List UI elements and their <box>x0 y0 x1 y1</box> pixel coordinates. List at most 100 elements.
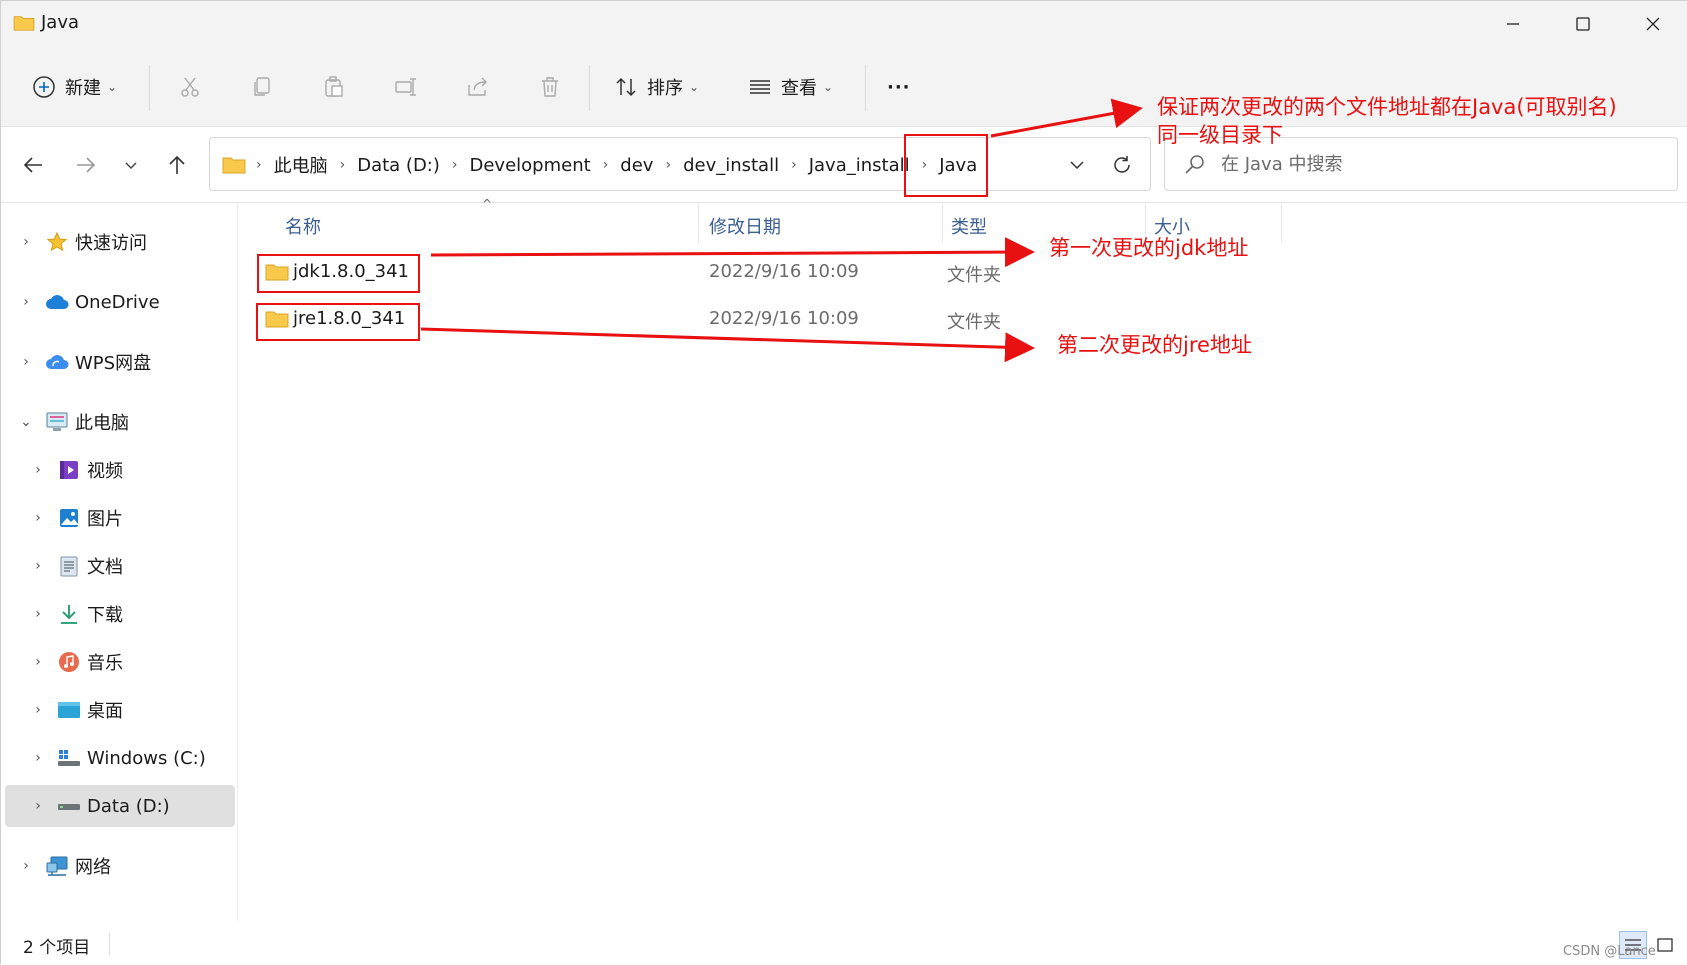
wps-cloud-icon <box>45 350 69 374</box>
plus-circle-icon <box>31 74 57 100</box>
file-date: 2022/9/16 10:09 <box>709 308 859 329</box>
sidebar-item-downloads[interactable]: › 下载 <box>5 593 235 635</box>
address-history-button[interactable] <box>1062 150 1092 180</box>
minimize-button[interactable] <box>1478 1 1548 47</box>
sidebar-item-label: 网络 <box>75 857 111 878</box>
chevron-right-icon: › <box>35 510 41 526</box>
chevron-right-icon: › <box>665 157 672 173</box>
breadcrumb-item[interactable]: dev_install <box>675 155 787 176</box>
annotation-note-path-line1: 保证两次更改的两个文件地址都在Java(可取别名) <box>1157 95 1617 119</box>
folder-icon <box>13 16 35 31</box>
windows-drive-icon <box>57 746 81 770</box>
status-divider <box>109 933 110 955</box>
chevron-down-icon: ⌄ <box>823 80 834 94</box>
sidebar-item-onedrive[interactable]: › OneDrive <box>5 281 235 323</box>
up-button[interactable] <box>159 147 195 183</box>
sidebar-item-desktop[interactable]: › 桌面 <box>5 689 235 731</box>
cut-button[interactable] <box>177 69 203 105</box>
explorer-window: Java 新建 ⌄ 排序 ⌄ 查看 ⌄ ··· › 此电脑 › Data (D:… <box>0 0 1687 965</box>
sidebar-item-label: Windows (C:) <box>87 747 206 769</box>
documents-icon <box>57 554 81 578</box>
annotation-box-java <box>904 134 988 197</box>
refresh-button[interactable] <box>1107 150 1137 180</box>
column-divider[interactable] <box>942 203 943 243</box>
search-icon <box>1185 155 1204 174</box>
sort-ascending-icon: ^ <box>482 197 493 211</box>
sidebar-item-label: 图片 <box>87 509 123 530</box>
star-icon <box>45 230 69 254</box>
window-title: Java <box>41 12 80 33</box>
chevron-right-icon: › <box>35 654 41 670</box>
breadcrumb-item[interactable]: Java_install <box>801 155 918 176</box>
cut-icon <box>177 74 203 100</box>
breadcrumb-item[interactable]: Data (D:) <box>349 155 448 176</box>
forward-button[interactable] <box>68 147 104 183</box>
more-options-button[interactable]: ··· <box>887 69 911 105</box>
sidebar-item-label: 下载 <box>87 605 123 626</box>
column-header-name[interactable]: 名称 <box>285 213 321 243</box>
sidebar-item-label: Data (D:) <box>87 795 170 817</box>
sidebar-item-data-drive[interactable]: › Data (D:) <box>5 785 235 827</box>
sidebar-item-music[interactable]: › 音乐 <box>5 641 235 683</box>
chevron-right-icon: › <box>35 558 41 574</box>
paste-icon <box>321 74 347 100</box>
chevron-right-icon: › <box>23 294 29 310</box>
chevron-down-icon: ⌄ <box>20 414 32 430</box>
sidebar-item-this-pc[interactable]: ⌄ 此电脑 <box>5 401 235 443</box>
item-count: 2 个项目 <box>23 938 91 958</box>
chevron-right-icon: › <box>791 157 797 173</box>
rename-button[interactable] <box>393 69 419 105</box>
column-divider[interactable] <box>1281 203 1282 243</box>
chevron-right-icon: › <box>35 750 41 766</box>
maximize-button[interactable] <box>1548 1 1618 47</box>
back-button[interactable] <box>15 147 51 183</box>
annotation-note-jre: 第二次更改的jre地址 <box>1057 333 1252 357</box>
sidebar-item-quick-access[interactable]: › 快速访问 <box>5 221 235 263</box>
navigation-pane: › 快速访问 › OneDrive › WPS网盘 ⌄ 此电脑 › 视频 › 图… <box>1 203 238 921</box>
sidebar-item-documents[interactable]: › 文档 <box>5 545 235 587</box>
address-bar[interactable]: › 此电脑 › Data (D:) › Development › dev › … <box>209 137 1151 191</box>
download-icon <box>57 602 81 626</box>
column-header-type[interactable]: 类型 <box>951 213 987 243</box>
sidebar-item-pictures[interactable]: › 图片 <box>5 497 235 539</box>
search-input[interactable] <box>1221 148 1661 180</box>
folder-icon <box>222 157 246 174</box>
paste-button[interactable] <box>321 69 347 105</box>
annotation-box-jre <box>256 303 420 341</box>
chevron-right-icon: › <box>256 157 262 173</box>
breadcrumb-item[interactable]: dev <box>612 155 661 176</box>
share-button[interactable] <box>465 69 491 105</box>
sidebar-item-windows-drive[interactable]: › Windows (C:) <box>5 737 235 779</box>
chevron-right-icon: › <box>35 702 41 718</box>
rename-icon <box>393 74 419 100</box>
status-bar: 2 个项目 <box>1 921 1687 965</box>
breadcrumb-item[interactable]: Development <box>462 155 599 176</box>
sort-button[interactable]: 排序 ⌄ <box>613 69 699 105</box>
more-label: ··· <box>887 76 911 98</box>
copy-icon <box>249 74 275 100</box>
close-button[interactable] <box>1618 1 1687 47</box>
delete-button[interactable] <box>537 69 563 105</box>
view-button[interactable]: 查看 ⌄ <box>747 69 833 105</box>
sidebar-item-label: 此电脑 <box>75 413 129 434</box>
chevron-right-icon: › <box>23 354 29 370</box>
computer-icon <box>45 410 69 434</box>
sidebar-item-videos[interactable]: › 视频 <box>5 449 235 491</box>
drive-icon <box>57 794 81 818</box>
sidebar-item-network[interactable]: › 网络 <box>5 845 235 887</box>
column-header-date[interactable]: 修改日期 <box>709 213 781 243</box>
chevron-right-icon: › <box>23 858 29 874</box>
recent-locations-button[interactable] <box>113 147 149 183</box>
sidebar-item-wps-cloud[interactable]: › WPS网盘 <box>5 341 235 383</box>
music-icon <box>57 650 81 674</box>
toolbar-divider <box>149 65 150 111</box>
column-divider[interactable] <box>698 203 699 243</box>
annotation-box-jdk <box>257 254 420 293</box>
new-button[interactable]: 新建 ⌄ <box>31 69 117 105</box>
sidebar-item-label: 桌面 <box>87 701 123 722</box>
sort-icon <box>613 74 639 100</box>
breadcrumb-item[interactable]: 此电脑 <box>266 152 336 178</box>
copy-button[interactable] <box>249 69 275 105</box>
sidebar-item-label: WPS网盘 <box>75 353 152 374</box>
chevron-right-icon: › <box>602 157 609 173</box>
